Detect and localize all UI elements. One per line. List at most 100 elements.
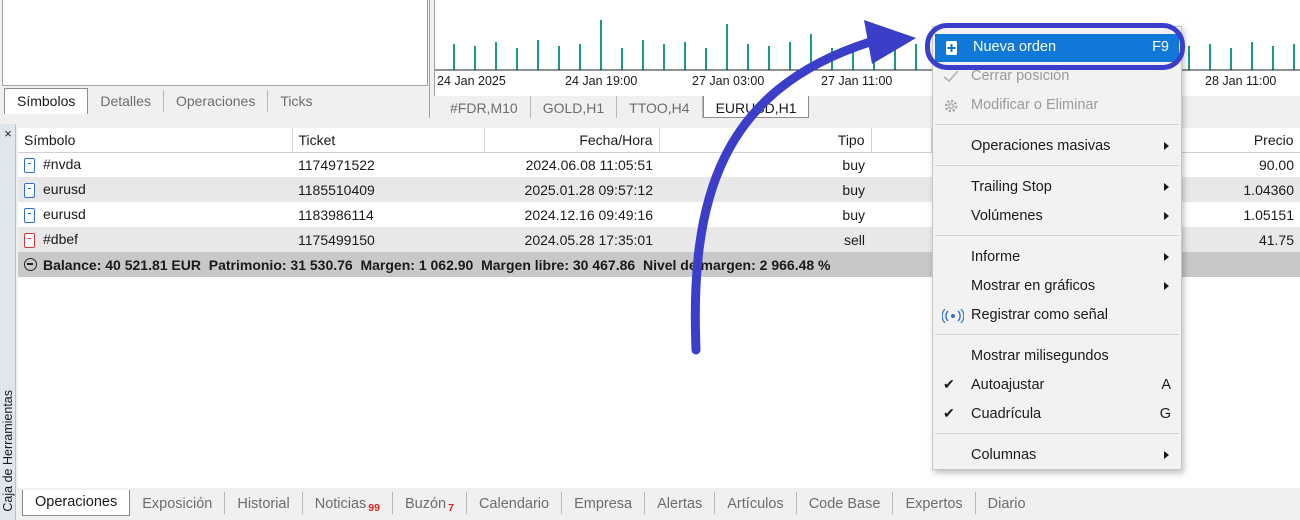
volume-bar [495,42,497,70]
menu-label: Mostrar milisegundos [971,348,1109,364]
column-header-simbolo[interactable]: Símbolo [18,128,293,153]
volume-bar [537,40,539,70]
volume-bar [663,44,665,70]
tab-ticks[interactable]: Ticks [268,90,324,112]
tab-operaciones[interactable]: Operaciones [22,490,131,516]
collapse-icon[interactable] [24,257,37,271]
tab-code-base[interactable]: Code Base [797,492,894,514]
volume-bar [1188,46,1190,70]
volume-bar [915,44,917,70]
tab-diario[interactable]: Diario [976,492,1038,514]
volume-bar [1272,46,1274,70]
tab-label: Historial [237,496,290,512]
menu-label: Columnas [971,447,1037,463]
menu-label: Modificar o Eliminar [971,97,1099,113]
volume-bar [579,44,581,70]
close-icon[interactable]: × [2,126,14,141]
symbol-cell: #nvda [43,156,82,173]
tab-buzon[interactable]: Buzón 7 [393,492,467,514]
chart-tab-gold[interactable]: GOLD,H1 [531,96,618,118]
context-menu: Nueva orden F9 Cerrar posición Modificar… [932,26,1182,470]
column-header-tipo[interactable]: Tipo [659,128,872,153]
chart-tab-ttoo[interactable]: TTOO,H4 [617,96,703,118]
signal-icon [942,309,964,323]
menu-label: Mostrar en gráficos [971,278,1096,294]
tab-label: Operaciones [35,494,118,510]
menu-item-operaciones-masivas[interactable]: Operaciones masivas [933,133,1181,161]
menu-item-cuadricula[interactable]: ✔ Cuadrícula G [933,401,1181,429]
datetime-cell: 2024.12.16 09:49:16 [524,206,653,223]
ticket-cell: 1175499150 [292,227,484,252]
menu-shortcut: A [1161,377,1171,393]
menu-label: Trailing Stop [971,179,1052,195]
symbols-list[interactable] [2,0,428,86]
market-watch-panel: Símbolos Detalles Operaciones Ticks [0,0,430,118]
ticket-cell: 1185510409 [292,177,484,202]
column-header-fecha[interactable]: Fecha/Hora [484,128,660,153]
tab-simbolos[interactable]: Símbolos [4,88,89,114]
time-label: 28 Jan 11:00 [1205,74,1277,88]
column-header-ticket[interactable]: Ticket [292,128,485,153]
menu-item-volumenes[interactable]: Volúmenes [933,203,1181,231]
buy-order-icon [24,207,35,223]
volume-bar [705,48,707,70]
tab-expertos[interactable]: Expertos [893,492,976,514]
menu-label: Autoajustar [971,377,1045,393]
notification-badge: 7 [448,502,454,514]
sell-order-icon [24,232,35,248]
menu-item-mostrar-milisegundos[interactable]: Mostrar milisegundos [933,343,1181,371]
menu-separator [935,433,1179,434]
chart-tab-eurusd[interactable]: EURUSD,H1 [702,96,810,118]
tab-operaciones[interactable]: Operaciones [164,90,269,112]
time-label: 24 Jan 19:00 [565,74,638,88]
checkmark-icon: ✔ [943,376,955,392]
menu-separator [935,235,1179,236]
volume-bar [516,48,518,70]
menu-item-registrar-senal[interactable]: Registrar como señal [933,302,1181,330]
menu-label: Operaciones masivas [971,138,1111,154]
menu-item-autoajustar[interactable]: ✔ Autoajustar A [933,372,1181,400]
balance-summary: Balance: 40 521.81 EUR Patrimonio: 31 53… [43,256,831,273]
type-cell: buy [842,206,865,223]
tab-articulos[interactable]: Artículos [715,492,797,514]
volume-bar [1251,42,1253,70]
tab-label: Diario [987,496,1026,512]
tab-empresa[interactable]: Empresa [562,492,646,514]
menu-item-columnas[interactable]: Columnas [933,442,1181,470]
menu-label: Registrar como señal [971,307,1108,323]
menu-item-informe[interactable]: Informe [933,244,1181,272]
volume-bar [600,20,602,70]
submenu-arrow-icon [1164,282,1169,290]
type-cell: buy [659,177,871,202]
tab-exposicion[interactable]: Exposición [130,492,226,514]
datetime-cell: 2025.01.28 09:57:12 [484,177,659,202]
chart-tab-fdr[interactable]: #FDR,M10 [438,96,531,118]
tab-label: Empresa [574,496,633,512]
tab-label: Alertas [657,496,703,512]
toolbox-strip: Caja de Herramientas [0,124,16,520]
volume-bar [1230,48,1232,70]
buy-order-icon [24,158,35,174]
tab-detalles[interactable]: Detalles [88,90,164,112]
volume-bar [558,46,560,70]
submenu-arrow-icon [1164,212,1169,220]
annotation-highlight-ring [925,23,1185,70]
tab-historial[interactable]: Historial [225,492,303,514]
column-header-blank[interactable] [871,128,932,153]
menu-item-modificar[interactable]: Modificar o Eliminar [933,92,1181,120]
menu-item-trailing-stop[interactable]: Trailing Stop [933,174,1181,202]
tab-alertas[interactable]: Alertas [645,492,716,514]
market-watch-tabs: Símbolos Detalles Operaciones Ticks [4,88,325,114]
toolbox-label: Caja de Herramientas [1,390,15,512]
tab-label: Artículos [727,496,784,512]
menu-item-mostrar-graficos[interactable]: Mostrar en gráficos [933,273,1181,301]
tab-calendario[interactable]: Calendario [467,492,563,514]
time-label: 24 Jan 2025 [437,74,506,88]
volume-bar [1209,44,1211,70]
symbol-cell: eurusd [43,181,86,198]
menu-label: Informe [971,249,1021,265]
type-cell: buy [842,156,865,173]
menu-label: Cuadrícula [971,406,1042,422]
tab-noticias[interactable]: Noticias 99 [303,492,393,514]
menu-separator [935,165,1179,166]
